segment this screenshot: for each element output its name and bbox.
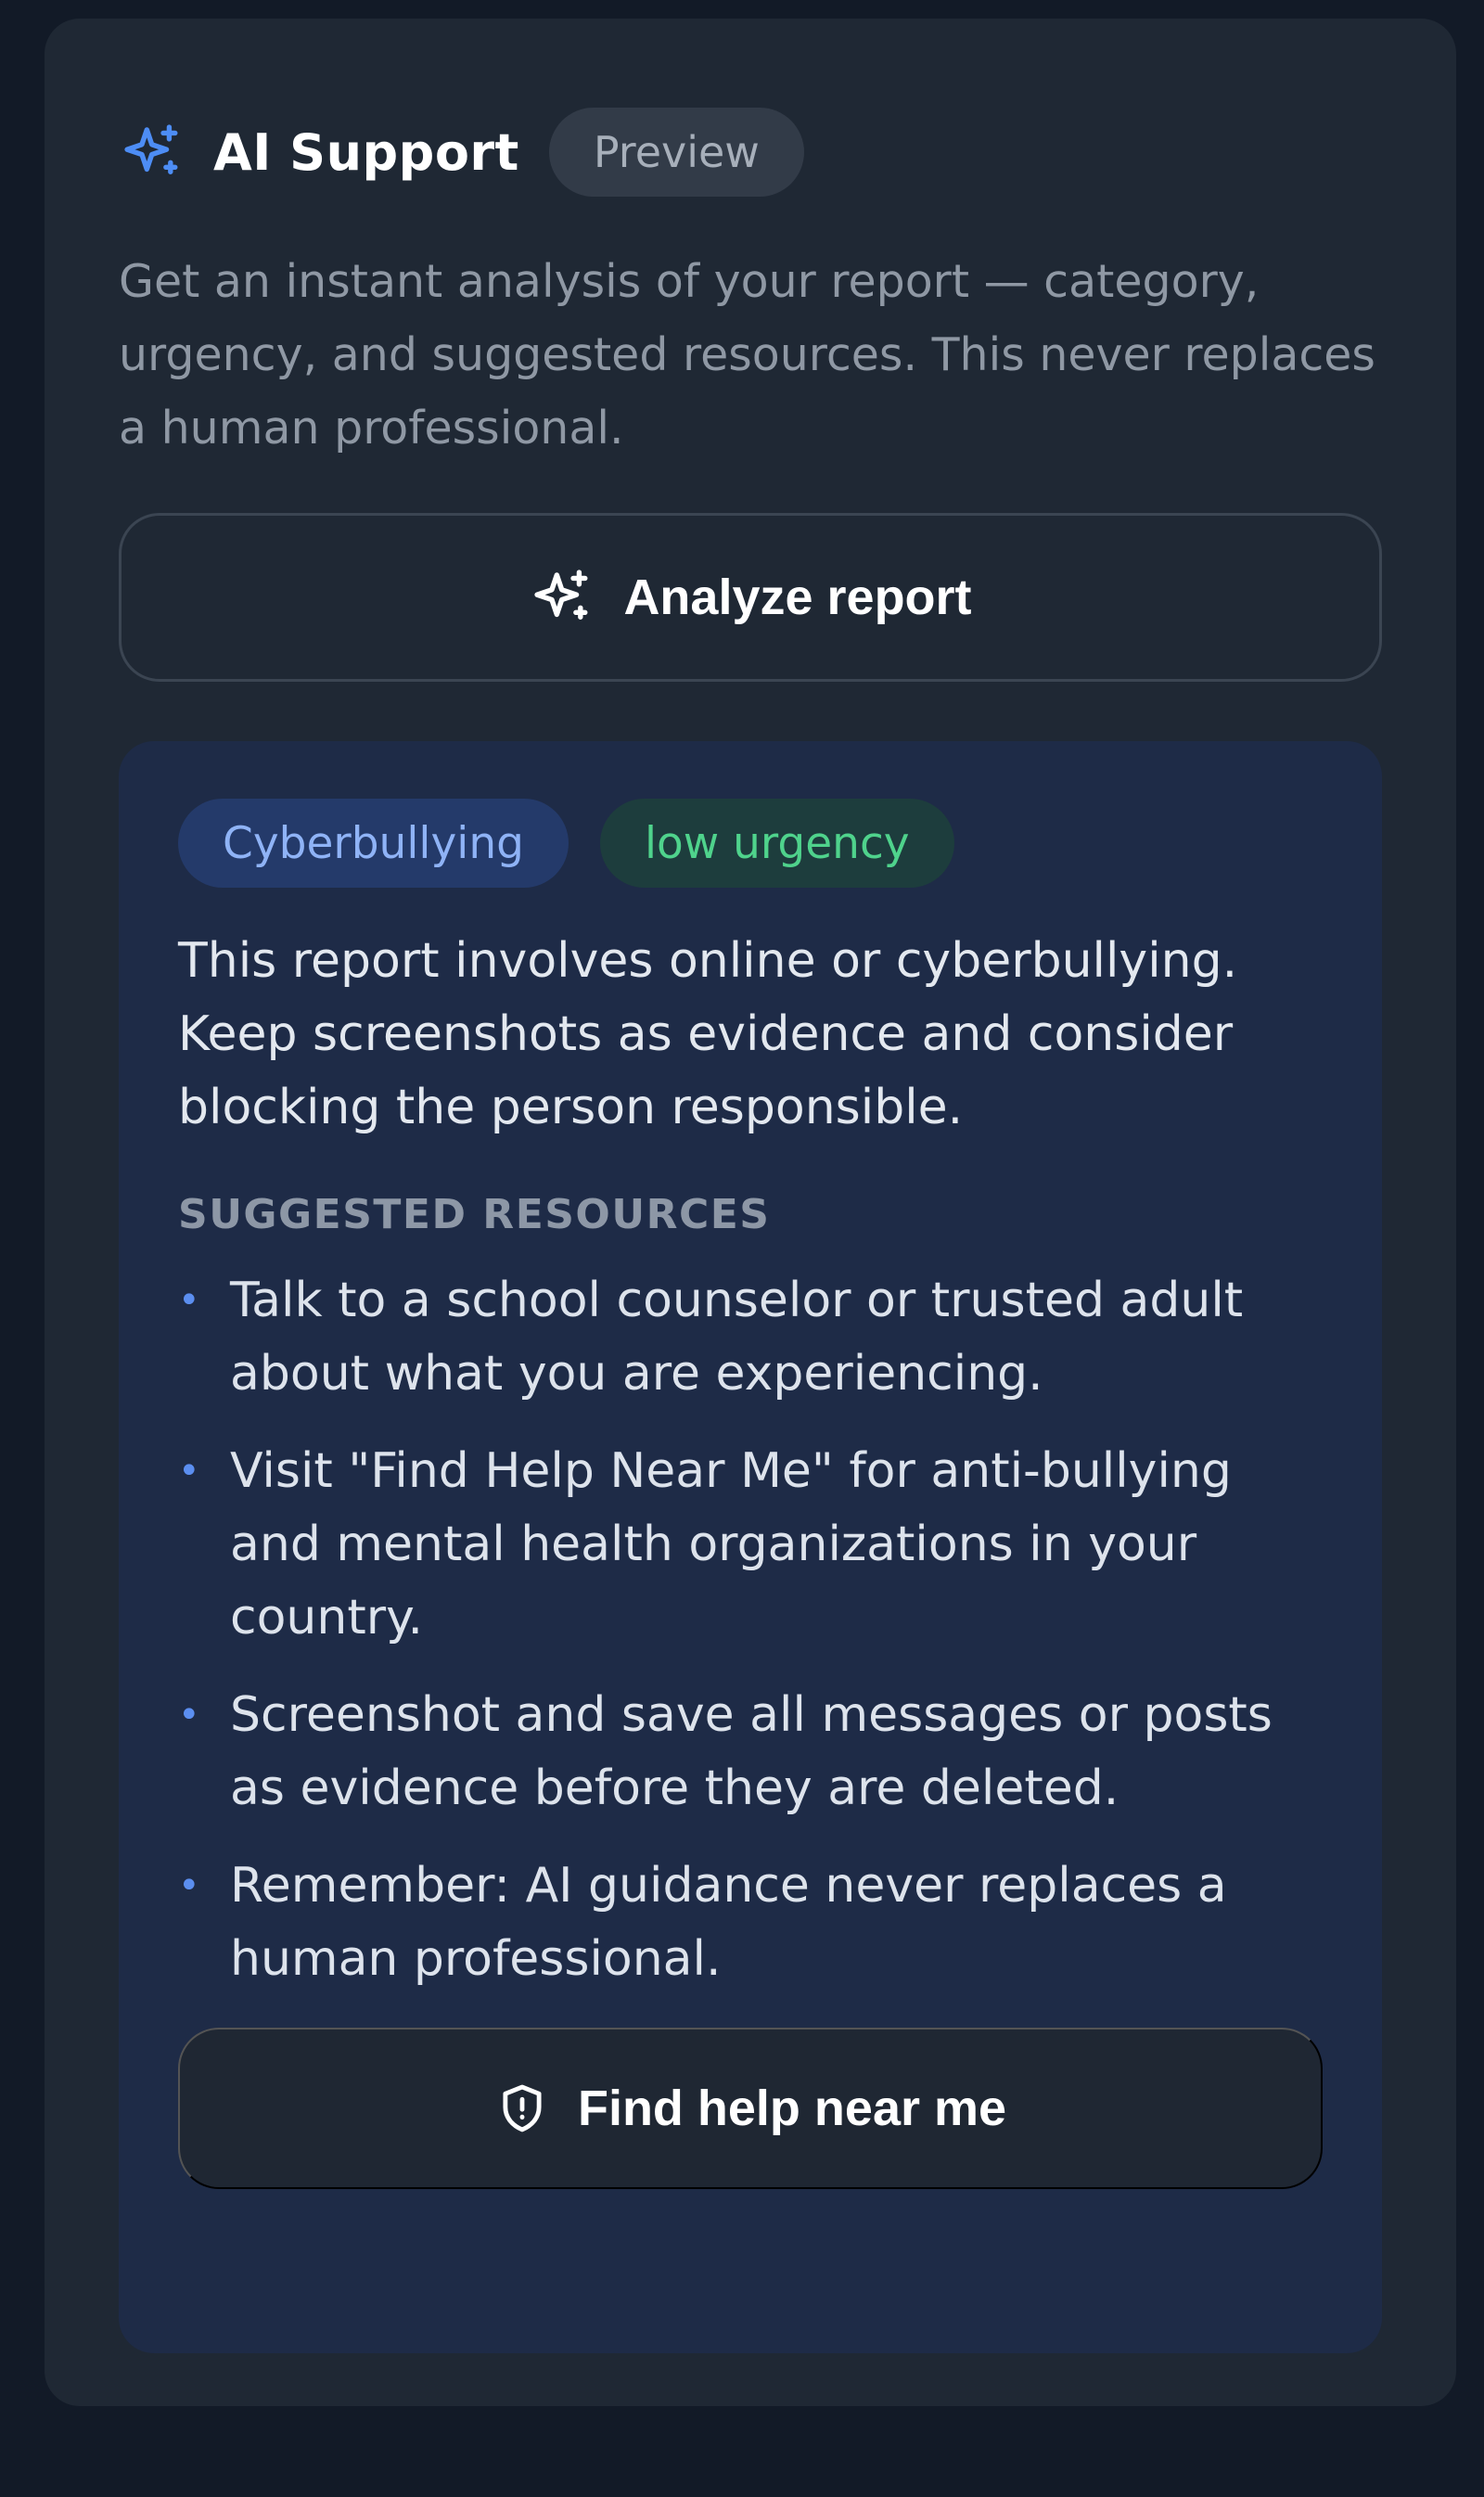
resource-text: Talk to a school counselor or trusted ad… — [230, 1273, 1244, 1402]
card-description: Get an instant analysis of your report —… — [119, 255, 1375, 455]
sparkle-icon — [119, 119, 186, 186]
list-item: • Screenshot and save all messages or po… — [178, 1679, 1323, 1825]
list-item: • Remember: AI guidance never replaces a… — [178, 1850, 1323, 1996]
analyze-report-label: Analyze report — [623, 570, 972, 625]
urgency-tag: low urgency — [599, 799, 954, 888]
find-help-button[interactable]: Find help near me — [178, 2028, 1323, 2189]
analyze-report-button[interactable]: Analyze report — [119, 513, 1382, 682]
sparkle-icon — [529, 564, 595, 631]
find-help-label: Find help near me — [577, 2081, 1007, 2136]
bullet-icon: • — [178, 1694, 200, 1736]
result-tags: Cyberbullying low urgency — [178, 799, 1323, 888]
category-tag: Cyberbullying — [178, 799, 569, 888]
analysis-result-panel: Cyberbullying low urgency This report in… — [119, 741, 1382, 2353]
ai-support-card: AI Support Preview Get an instant analys… — [45, 19, 1456, 2406]
list-item: • Talk to a school counselor or trusted … — [178, 1264, 1323, 1411]
bullet-icon: • — [178, 1279, 200, 1322]
resources-list: • Talk to a school counselor or trusted … — [178, 1264, 1323, 1996]
resource-text: Visit "Find Help Near Me" for anti-bully… — [230, 1443, 1232, 1645]
resource-text: Remember: AI guidance never replaces a h… — [230, 1858, 1227, 1987]
bullet-icon: • — [178, 1450, 200, 1492]
analysis-summary: This report involves online or cyberbull… — [178, 933, 1238, 1135]
resource-text: Screenshot and save all messages or post… — [230, 1687, 1273, 1816]
card-header: AI Support Preview — [119, 108, 1382, 197]
shield-alert-icon — [494, 2081, 550, 2136]
preview-badge: Preview — [548, 108, 804, 197]
bullet-icon: • — [178, 1864, 200, 1907]
page-title: AI Support — [213, 122, 519, 182]
list-item: • Visit "Find Help Near Me" for anti-bul… — [178, 1435, 1323, 1655]
resources-heading: SUGGESTED RESOURCES — [178, 1191, 771, 1238]
